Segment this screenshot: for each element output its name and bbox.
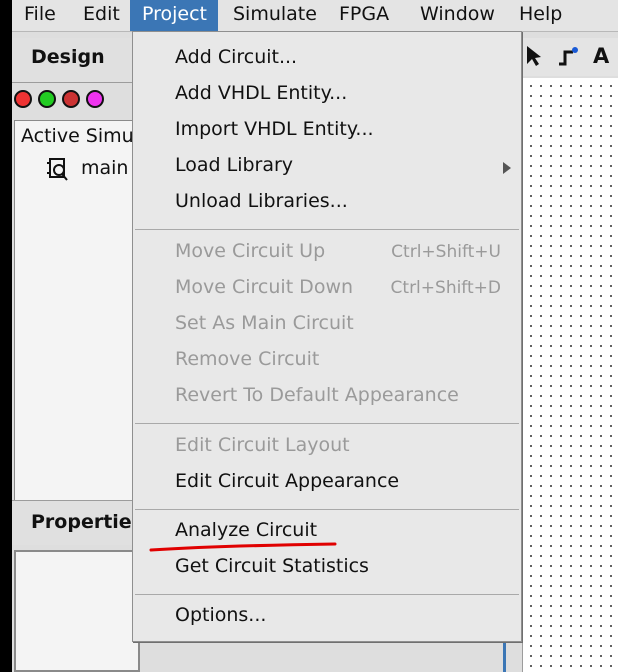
tree-item-main[interactable]: main — [81, 157, 128, 179]
menu-item-unload-libraries[interactable]: Unload Libraries... — [175, 190, 348, 212]
project-menu: Add Circuit... Add VHDL Entity... Import… — [132, 31, 522, 642]
menu-item-import-vhdl-entity[interactable]: Import VHDL Entity... — [175, 118, 374, 140]
menubar: File Edit Project Simulate FPGA Window H… — [12, 0, 618, 32]
menu-item-get-circuit-statistics[interactable]: Get Circuit Statistics — [175, 555, 369, 577]
logisim-window: File Edit Project Simulate FPGA Window H… — [12, 0, 618, 672]
menu-item-options[interactable]: Options... — [175, 604, 266, 626]
menu-item-add-vhdl-entity[interactable]: Add VHDL Entity... — [175, 82, 347, 104]
menu-item-remove-circuit[interactable]: Remove Circuit — [175, 348, 319, 370]
tick-clock-icon[interactable] — [86, 90, 104, 108]
menu-simulate[interactable]: Simulate — [233, 0, 317, 31]
menu-file[interactable]: File — [24, 0, 56, 31]
properties-tab[interactable]: Properties — [12, 500, 143, 545]
menu-item-edit-circuit-appearance[interactable]: Edit Circuit Appearance — [175, 470, 399, 492]
simulation-tree: Active Simu main — [14, 120, 142, 502]
properties-tab-label: Properties — [31, 511, 143, 533]
menu-separator — [135, 509, 519, 510]
menu-item-load-library[interactable]: Load Library — [175, 154, 293, 176]
select-arrow-icon[interactable] — [524, 44, 544, 68]
menu-separator — [135, 229, 519, 230]
reset-simulation-icon[interactable] — [62, 90, 80, 108]
menu-item-edit-circuit-layout[interactable]: Edit Circuit Layout — [175, 434, 350, 456]
properties-table — [14, 550, 140, 672]
menu-window[interactable]: Window — [420, 0, 495, 31]
tree-root-active-simulation[interactable]: Active Simu — [21, 125, 134, 147]
wire-tool-icon[interactable] — [556, 44, 580, 68]
menu-help[interactable]: Help — [519, 0, 562, 31]
shortcut-move-circuit-up: Ctrl+Shift+U — [391, 242, 501, 262]
menu-item-analyze-circuit[interactable]: Analyze Circuit — [175, 519, 317, 541]
text-tool-icon[interactable]: A — [593, 44, 609, 68]
menu-item-move-circuit-up[interactable]: Move Circuit Up — [175, 240, 325, 262]
menu-item-move-circuit-down[interactable]: Move Circuit Down — [175, 276, 353, 298]
chevron-right-icon — [503, 162, 511, 174]
step-simulation-icon[interactable] — [38, 90, 56, 108]
menu-separator — [135, 594, 519, 595]
menu-edit[interactable]: Edit — [83, 0, 120, 31]
canvas-toolbar: A — [520, 38, 618, 76]
design-tab[interactable]: Design — [12, 38, 132, 83]
stop-simulation-icon[interactable] — [14, 90, 32, 108]
menu-fpga[interactable]: FPGA — [339, 0, 389, 31]
menu-project[interactable]: Project — [130, 0, 218, 31]
menu-item-revert-to-default-appearance[interactable]: Revert To Default Appearance — [175, 384, 459, 406]
circuit-canvas[interactable] — [503, 78, 618, 672]
menu-separator — [135, 423, 519, 424]
design-tab-label: Design — [31, 46, 105, 68]
menu-item-set-as-main-circuit[interactable]: Set As Main Circuit — [175, 312, 354, 334]
selection-edge — [503, 638, 506, 672]
circuit-icon — [47, 158, 68, 181]
menu-item-add-circuit[interactable]: Add Circuit... — [175, 46, 297, 68]
shortcut-move-circuit-down: Ctrl+Shift+D — [390, 278, 501, 298]
red-underline-annotation — [149, 542, 337, 552]
